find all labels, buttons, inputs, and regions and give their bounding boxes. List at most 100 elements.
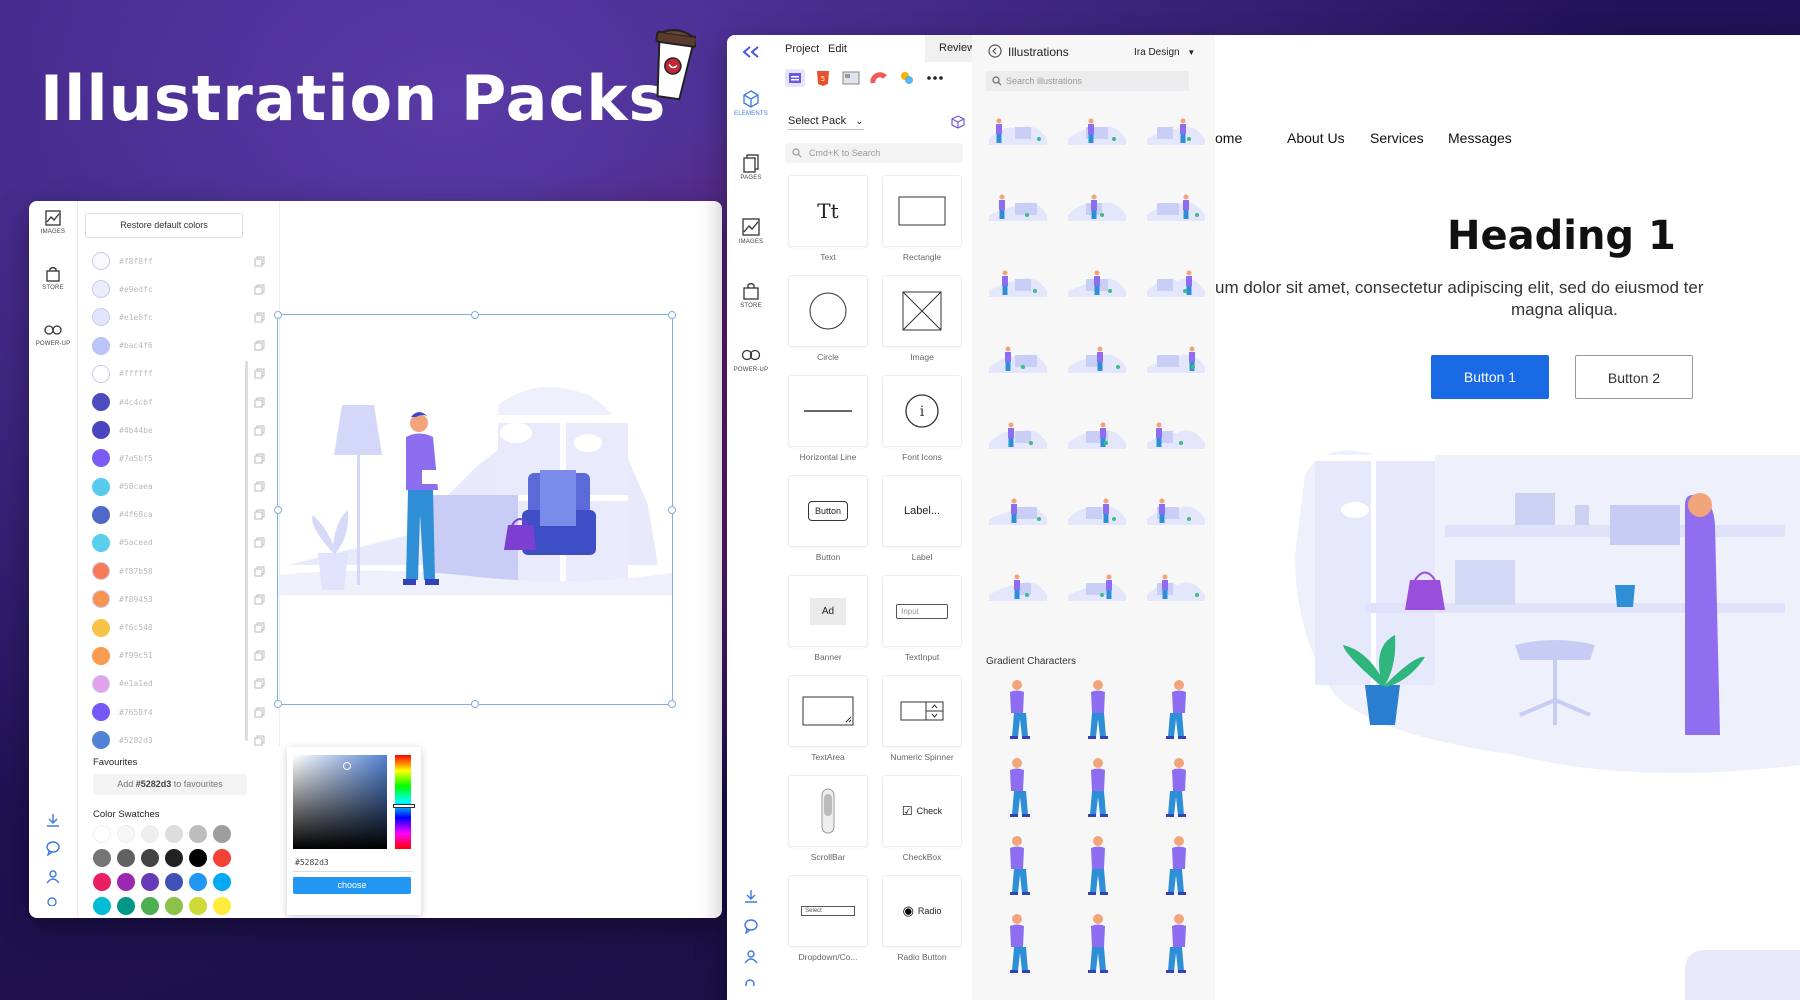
illustration-thumbnail[interactable] <box>1064 413 1128 453</box>
palette-swatch[interactable] <box>213 897 231 915</box>
color-row[interactable]: #f8f8ff <box>85 247 271 275</box>
palette-swatch[interactable] <box>189 873 207 891</box>
copy-icon[interactable] <box>254 509 265 520</box>
color-swatch[interactable] <box>92 252 110 271</box>
copy-icon[interactable] <box>254 537 265 548</box>
element-numeric-spinner[interactable]: Numeric Spinner <box>879 675 965 775</box>
element-font-icons[interactable]: i Font Icons <box>879 375 965 475</box>
color-row[interactable]: #5aceed <box>85 529 271 557</box>
illustration-thumbnail[interactable] <box>1143 413 1207 453</box>
rail-item-elements[interactable]: ELEMENTS <box>727 79 775 143</box>
copy-icon[interactable] <box>254 368 265 379</box>
package-icon[interactable] <box>951 115 965 129</box>
gradient-character[interactable] <box>1156 755 1196 819</box>
resize-handle[interactable] <box>668 506 676 514</box>
palette-swatch[interactable] <box>93 825 111 843</box>
illustration-thumbnail[interactable] <box>1143 185 1207 225</box>
element-text-input[interactable]: Input TextInput <box>879 575 965 675</box>
copy-icon[interactable] <box>254 425 265 436</box>
palette-swatch[interactable] <box>93 897 111 915</box>
gradient-character[interactable] <box>1078 911 1118 975</box>
copy-icon[interactable] <box>254 735 265 746</box>
rail-item-power-up[interactable]: POWER-UP <box>727 335 775 399</box>
palette-swatch[interactable] <box>213 825 231 843</box>
resize-handle[interactable] <box>668 700 676 708</box>
color-swatch[interactable] <box>92 421 110 440</box>
palette-swatch[interactable] <box>117 897 135 915</box>
copy-icon[interactable] <box>254 594 265 605</box>
element-dropdown[interactable]: Select Dropdown/Co... <box>785 875 871 975</box>
zoom-icon[interactable] <box>45 896 61 906</box>
resize-handle[interactable] <box>274 506 282 514</box>
palette-swatch[interactable] <box>165 849 183 867</box>
copy-icon[interactable] <box>254 397 265 408</box>
copy-icon[interactable] <box>254 707 265 718</box>
illustration-thumbnail[interactable] <box>985 565 1049 605</box>
comment-icon[interactable] <box>45 840 61 856</box>
preview-button-1[interactable]: Button 1 <box>1431 355 1549 399</box>
palette-swatch[interactable] <box>213 849 231 867</box>
nav-services[interactable]: Services <box>1370 130 1424 146</box>
color-swatch[interactable] <box>92 703 110 722</box>
color-row[interactable]: #f99c51 <box>85 642 271 670</box>
copy-icon[interactable] <box>254 284 265 295</box>
menu-project[interactable]: Project <box>785 43 819 55</box>
color-row[interactable]: #bac4f6 <box>85 332 271 360</box>
element-rectangle[interactable]: Rectangle <box>879 175 965 275</box>
element-image[interactable]: Image <box>879 275 965 375</box>
color-swatch[interactable] <box>92 449 110 468</box>
palette-swatch[interactable] <box>189 849 207 867</box>
color-wheel-icon[interactable] <box>869 69 889 87</box>
palette-swatch[interactable] <box>117 849 135 867</box>
illustration-thumbnail[interactable] <box>1064 185 1128 225</box>
illustration-thumbnail[interactable] <box>1143 261 1207 301</box>
add-to-favourites-button[interactable]: Add #5282d3 to favourites <box>93 774 247 795</box>
palette-swatch[interactable] <box>117 873 135 891</box>
element-circle[interactable]: Circle <box>785 275 871 375</box>
illustration-thumbnail[interactable] <box>1143 109 1207 149</box>
users-icon[interactable] <box>743 948 759 964</box>
more-icon[interactable] <box>925 69 945 87</box>
illustration-thumbnail[interactable] <box>1064 489 1128 529</box>
illustration-thumbnail[interactable] <box>985 489 1049 529</box>
scrollbar-thumb[interactable] <box>245 361 248 741</box>
illustration-thumbnail[interactable] <box>1064 109 1128 149</box>
color-row[interactable]: #4f68ca <box>85 501 271 529</box>
gradient-character[interactable] <box>1000 833 1040 897</box>
illustration-thumbnail[interactable] <box>985 185 1049 225</box>
gradient-character[interactable] <box>1156 911 1196 975</box>
collapse-button[interactable] <box>727 35 775 79</box>
element-radio-button[interactable]: ◉ Radio Radio Button <box>879 875 965 975</box>
canvas-selection[interactable] <box>277 314 673 705</box>
color-row[interactable]: #f6c548 <box>85 613 271 641</box>
rail-item-store[interactable]: STORE <box>29 257 77 313</box>
rail-item-images[interactable]: IMAGES <box>29 201 77 257</box>
element-scrollbar[interactable]: ScrollBar <box>785 775 871 875</box>
gradient-character[interactable] <box>1156 677 1196 741</box>
color-swatch[interactable] <box>92 533 110 552</box>
palette-swatch[interactable] <box>213 873 231 891</box>
users-icon[interactable] <box>45 868 61 884</box>
illustration-thumbnail[interactable] <box>1143 489 1207 529</box>
back-icon[interactable] <box>988 44 1002 58</box>
palette-swatch[interactable] <box>165 873 183 891</box>
color-swatch[interactable] <box>92 393 110 412</box>
palette-swatch[interactable] <box>141 825 159 843</box>
rail-item-power-up[interactable]: POWER-UP <box>29 313 77 369</box>
gradient-character[interactable] <box>1078 677 1118 741</box>
copy-icon[interactable] <box>254 453 265 464</box>
color-row[interactable]: #4c4cbf <box>85 388 271 416</box>
palette-swatch[interactable] <box>165 897 183 915</box>
illustration-thumbnail[interactable] <box>1143 565 1207 605</box>
copy-icon[interactable] <box>254 650 265 661</box>
palette-swatch[interactable] <box>189 825 207 843</box>
copy-icon[interactable] <box>254 256 265 267</box>
gradient-character[interactable] <box>1000 911 1040 975</box>
color-swatch[interactable] <box>92 618 110 637</box>
illustration-thumbnail[interactable] <box>1064 261 1128 301</box>
resize-handle[interactable] <box>274 700 282 708</box>
palette-swatch[interactable] <box>165 825 183 843</box>
color-row[interactable]: #7a5bf5 <box>85 444 271 472</box>
illustration-thumbnail[interactable] <box>1064 565 1128 605</box>
palette-swatch[interactable] <box>189 897 207 915</box>
